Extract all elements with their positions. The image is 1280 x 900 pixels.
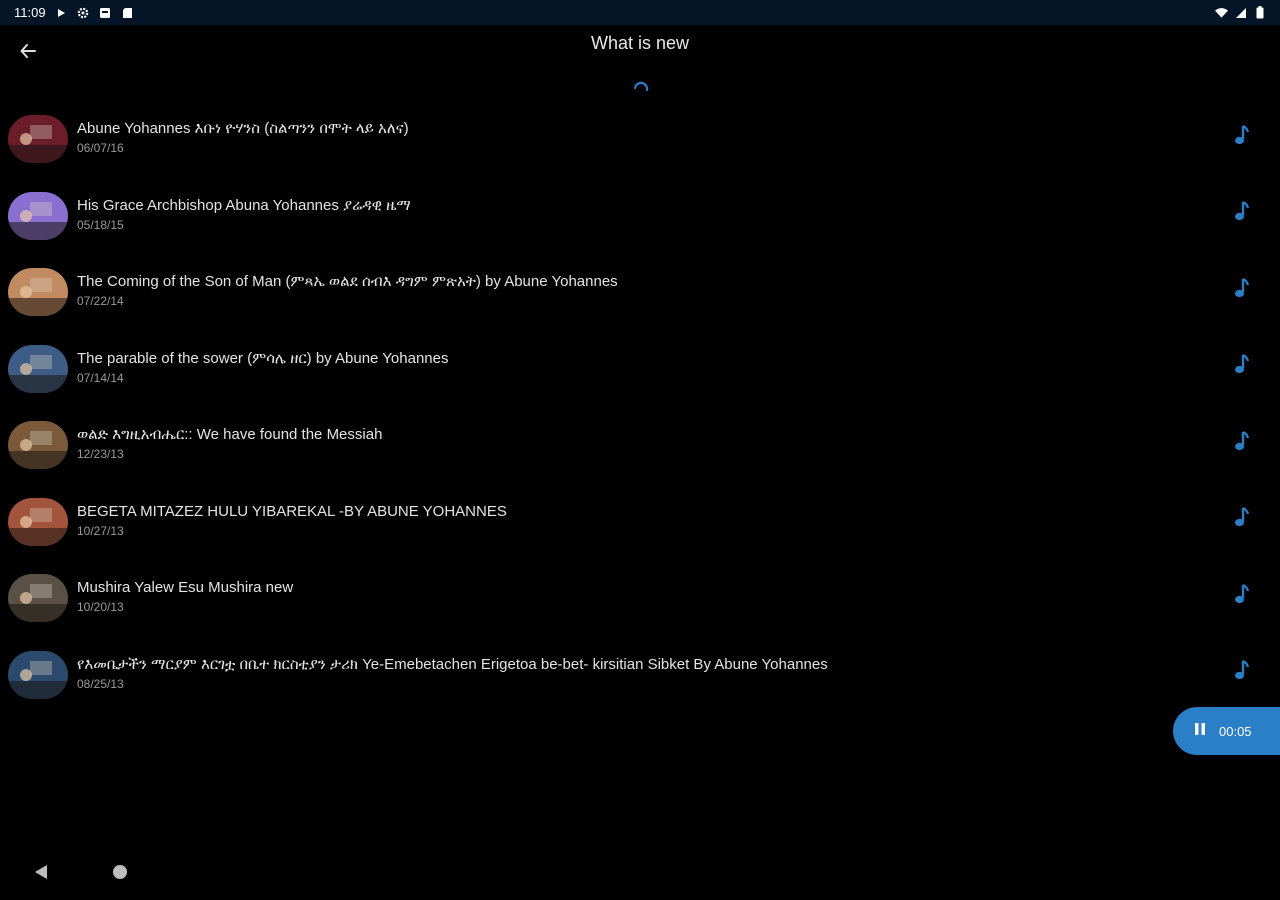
music-note-icon (1234, 583, 1250, 610)
list-item-date: 05/18/15 (77, 217, 124, 232)
list-item-text: BEGETA MITAZEZ HULU YIBAREKAL -BY ABUNE … (77, 503, 1190, 538)
battery-icon (1253, 6, 1266, 19)
list-item-text: The Coming of the Son of Man (ምጻኤ ወልደ ሰብ… (77, 273, 1190, 308)
nav-home-icon[interactable] (112, 864, 128, 880)
list-item[interactable]: ወልድ እግዚአብሔር:: We have found the Messiah1… (0, 407, 1280, 484)
music-note-icon (1234, 124, 1250, 151)
music-note-icon (1234, 506, 1250, 533)
list-item-text: የእመቤታችን ማርያም እርገቷ በቤተ ክርስቲያን ታሪክ Ye-Emeb… (77, 656, 1190, 691)
player-pause-button[interactable]: 00:05 (1173, 707, 1280, 755)
list-item[interactable]: Abune Yohannes እቡነ ዮሃንስ (ስልጣንን በሞት ላይ አለ… (0, 101, 1280, 178)
signal-icon (1234, 6, 1247, 19)
system-nav-bar (0, 845, 1280, 900)
list-item-title: የእመቤታችን ማርያም እርገቷ በቤተ ክርስቲያን ታሪክ Ye-Emeb… (77, 655, 828, 673)
sd-card-icon (121, 6, 134, 19)
list-item[interactable]: The parable of the sower (ምሳሌ ዘር) by Abu… (0, 331, 1280, 408)
thumbnail (8, 115, 68, 163)
thumbnail (8, 574, 68, 622)
list-item-date: 07/14/14 (77, 370, 124, 385)
list-item-title: His Grace Archbishop Abuna Yohannes ያሬዳዊ… (77, 196, 411, 214)
list-item-text: Mushira Yalew Esu Mushira new 10/20/13 (77, 579, 1190, 614)
media-list: Abune Yohannes እቡነ ዮሃንስ (ስልጣንን በሞት ላይ አለ… (0, 101, 1280, 713)
wifi-icon (1215, 6, 1228, 19)
status-bar: 11:09 (0, 0, 1280, 25)
player-time: 00:05 (1219, 723, 1252, 739)
status-time: 11:09 (14, 5, 46, 20)
music-note-icon (1234, 277, 1250, 304)
music-note-icon (1234, 353, 1250, 380)
thumbnail (8, 650, 68, 699)
music-note-icon (1234, 200, 1250, 227)
list-item[interactable]: BEGETA MITAZEZ HULU YIBAREKAL -BY ABUNE … (0, 484, 1280, 561)
list-item-date: 10/27/13 (77, 523, 124, 538)
list-item-title: The Coming of the Son of Man (ምጻኤ ወልደ ሰብ… (77, 273, 618, 290)
settings-icon (77, 6, 90, 19)
list-item-date: 12/23/13 (77, 447, 124, 461)
list-item-text: The parable of the sower (ምሳሌ ዘር) by Abu… (77, 350, 1190, 385)
list-item[interactable]: Mushira Yalew Esu Mushira new 10/20/13 (0, 560, 1280, 637)
list-item-title: Abune Yohannes እቡነ ዮሃንስ (ስልጣንን በሞት ላይ አለ… (77, 120, 409, 137)
list-item-text: His Grace Archbishop Abuna Yohannes ያሬዳዊ… (77, 197, 1190, 232)
list-item-title: The parable of the sower (ምሳሌ ዘር) by Abu… (77, 349, 449, 367)
list-item-date: 06/07/16 (77, 141, 124, 155)
nav-back-icon[interactable] (32, 863, 50, 881)
play-audio-button[interactable] (1230, 506, 1254, 533)
play-audio-button[interactable] (1230, 200, 1254, 227)
music-note-icon (1234, 659, 1250, 686)
thumbnail (8, 191, 68, 240)
thumbnail (8, 344, 68, 393)
thumbnail (8, 421, 68, 469)
list-item[interactable]: His Grace Archbishop Abuna Yohannes ያሬዳዊ… (0, 178, 1280, 255)
thumbnail (8, 497, 68, 546)
play-audio-button[interactable] (1230, 430, 1254, 457)
play-audio-button[interactable] (1230, 353, 1254, 380)
list-item-title: ወልድ እግዚአብሔር:: We have found the Messiah (77, 426, 383, 443)
list-item-date: 08/25/13 (77, 676, 124, 691)
pause-icon (1193, 722, 1207, 741)
play-audio-button[interactable] (1230, 277, 1254, 304)
list-item-title: Mushira Yalew Esu Mushira new (77, 579, 294, 596)
play-icon (55, 6, 68, 19)
spinner-icon (632, 80, 650, 98)
list-item[interactable]: The Coming of the Son of Man (ምጻኤ ወልደ ሰብ… (0, 254, 1280, 331)
play-audio-button[interactable] (1230, 124, 1254, 151)
notification-icon (99, 6, 112, 19)
play-audio-button[interactable] (1230, 583, 1254, 610)
app-bar: What is new (0, 25, 1280, 81)
list-item-text: Abune Yohannes እቡነ ዮሃንስ (ስልጣንን በሞት ላይ አለ… (77, 120, 1190, 155)
list-item-date: 07/22/14 (77, 294, 124, 308)
list-item-text: ወልድ እግዚአብሔር:: We have found the Messiah1… (77, 426, 1190, 461)
list-item[interactable]: የእመቤታችን ማርያም እርገቷ በቤተ ክርስቲያን ታሪክ Ye-Emeb… (0, 637, 1280, 714)
thumbnail (8, 268, 68, 316)
music-note-icon (1234, 430, 1250, 457)
play-audio-button[interactable] (1230, 659, 1254, 686)
list-item-title: BEGETA MITAZEZ HULU YIBAREKAL -BY ABUNE … (77, 502, 507, 520)
list-item-date: 10/20/13 (77, 600, 124, 614)
page-title: What is new (590, 33, 690, 53)
